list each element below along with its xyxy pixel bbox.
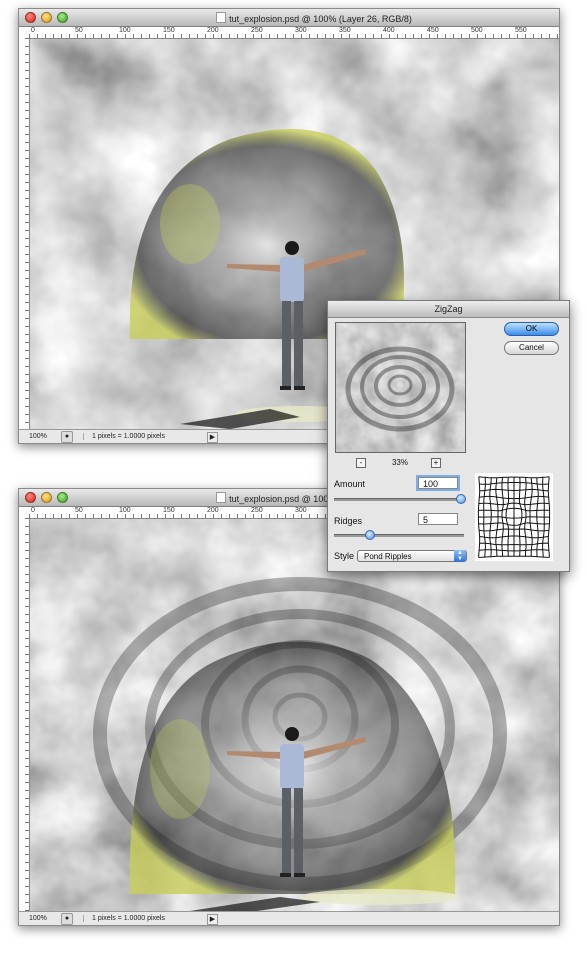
horizontal-ruler[interactable]: 0 50 100 150 200 250 300 350 400 450 500 550 bbox=[29, 27, 559, 39]
zigzag-grid-graphic bbox=[477, 476, 551, 558]
zoom-level[interactable]: 100% bbox=[29, 433, 47, 440]
amount-slider[interactable] bbox=[334, 494, 466, 504]
status-menu-arrow[interactable]: ▶ bbox=[207, 432, 218, 443]
ruler-tick-label: 250 bbox=[251, 507, 263, 514]
ruler-tick-label: 250 bbox=[251, 27, 263, 34]
ruler-tick-label: 150 bbox=[163, 507, 175, 514]
amount-label: Amount bbox=[334, 479, 366, 489]
ok-button[interactable]: OK bbox=[504, 322, 559, 336]
ruler-tick-label: 500 bbox=[471, 27, 483, 34]
zoom-level[interactable]: 100% bbox=[29, 915, 47, 922]
ruler-tick-label: 50 bbox=[75, 507, 83, 514]
canvas-artwork bbox=[30, 519, 559, 911]
floor-disk bbox=[300, 889, 460, 905]
status-info: 1 pixels = 1.0000 pixels bbox=[83, 433, 212, 440]
ridges-slider[interactable] bbox=[334, 530, 464, 540]
zoom-out-button[interactable]: - bbox=[356, 458, 366, 468]
vertical-ruler[interactable] bbox=[19, 38, 30, 429]
zigzag-dialog: ZigZag - 33% + OK Cancel Amount 100 Ridg… bbox=[327, 300, 570, 572]
vertical-ruler[interactable] bbox=[19, 518, 30, 911]
cancel-button[interactable]: Cancel bbox=[504, 341, 559, 355]
style-select-value: Pond Ripples bbox=[364, 552, 412, 561]
window-title-text: tut_explosion.psd @ 100% (Layer 26, RGB/… bbox=[229, 14, 412, 24]
dialog-title[interactable]: ZigZag bbox=[328, 301, 569, 318]
status-icon[interactable]: ● bbox=[61, 913, 73, 925]
status-menu-arrow[interactable]: ▶ bbox=[207, 914, 218, 925]
document-icon bbox=[216, 12, 227, 23]
status-info: 1 pixels = 1.0000 pixels bbox=[83, 915, 212, 922]
ruler-tick-label: 400 bbox=[383, 27, 395, 34]
ruler-tick-label: 550 bbox=[515, 27, 527, 34]
ruler-tick-label: 200 bbox=[207, 27, 219, 34]
status-icon[interactable]: ● bbox=[61, 431, 73, 443]
close-button[interactable] bbox=[25, 492, 36, 503]
style-select[interactable]: Pond Ripples ▲ ▼ bbox=[357, 550, 467, 562]
amount-slider-knob[interactable] bbox=[456, 494, 466, 504]
amount-field[interactable]: 100 bbox=[418, 477, 458, 489]
preview-zoom-level: 33% bbox=[391, 458, 408, 467]
title-bar[interactable]: tut_explosion.psd @ 100% (Layer 26, RGB/… bbox=[19, 9, 559, 27]
document-icon bbox=[216, 492, 227, 503]
style-label: Style bbox=[334, 551, 355, 561]
ridges-slider-knob[interactable] bbox=[364, 530, 375, 540]
ruler-tick-label: 200 bbox=[207, 507, 219, 514]
close-button[interactable] bbox=[25, 12, 36, 23]
zigzag-grid-preview bbox=[475, 473, 553, 561]
bubble-highlight bbox=[150, 719, 210, 819]
zoom-in-button[interactable]: + bbox=[431, 458, 441, 468]
filter-preview[interactable] bbox=[335, 322, 466, 453]
status-bar: 100% ● 1 pixels = 1.0000 pixels ▶ bbox=[19, 911, 559, 925]
ruler-tick-label: 350 bbox=[339, 27, 351, 34]
canvas[interactable] bbox=[30, 519, 559, 911]
ridges-field[interactable]: 5 bbox=[418, 513, 458, 525]
ruler-tick-label: 100 bbox=[119, 27, 131, 34]
ruler-tick-label: 50 bbox=[75, 27, 83, 34]
window-title: tut_explosion.psd @ 100% (Layer 26, RGB/… bbox=[79, 12, 549, 24]
preview-image bbox=[336, 323, 465, 452]
ridges-label: Ridges bbox=[334, 516, 363, 526]
ruler-tick-label: 450 bbox=[427, 27, 439, 34]
ruler-tick-label: 300 bbox=[295, 507, 307, 514]
ruler-tick-label: 150 bbox=[163, 27, 175, 34]
zoom-button[interactable] bbox=[57, 492, 68, 503]
minimize-button[interactable] bbox=[41, 12, 52, 23]
ruler-tick-label: 0 bbox=[31, 27, 35, 34]
chevron-updown-icon: ▲ ▼ bbox=[454, 550, 466, 562]
zoom-button[interactable] bbox=[57, 12, 68, 23]
bubble-highlight bbox=[160, 184, 220, 264]
minimize-button[interactable] bbox=[41, 492, 52, 503]
ruler-tick-label: 0 bbox=[31, 507, 35, 514]
ruler-tick-label: 100 bbox=[119, 507, 131, 514]
ruler-tick-label: 300 bbox=[295, 27, 307, 34]
